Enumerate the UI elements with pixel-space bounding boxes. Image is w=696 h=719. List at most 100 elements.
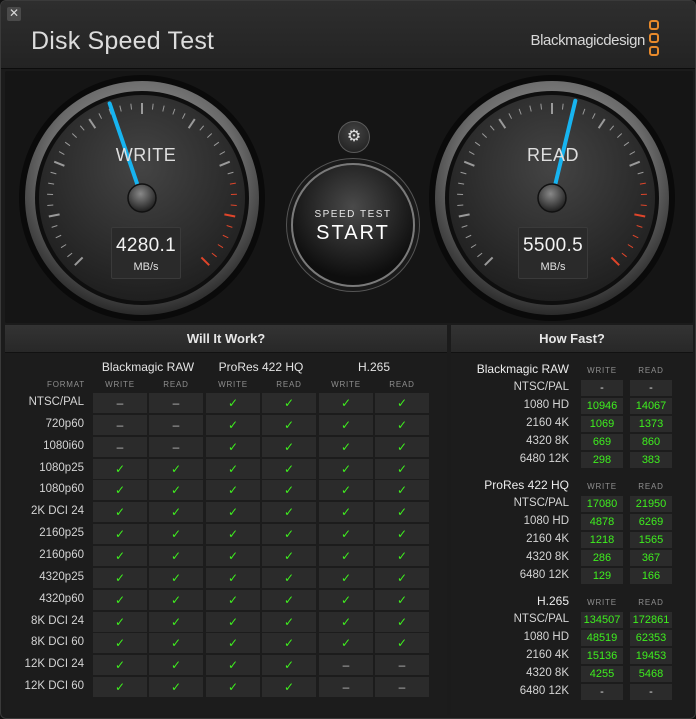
- supported-check-icon: ✓: [93, 589, 147, 610]
- how-fast-format-label: NTSC/PAL: [513, 497, 569, 509]
- supported-check-icon: ✓: [319, 393, 373, 413]
- supported-check-icon: ✓: [206, 436, 260, 457]
- supported-check-icon: ✓: [149, 677, 203, 698]
- how-fast-codec-header: H.265: [536, 594, 569, 608]
- supported-check-icon: ✓: [262, 458, 316, 479]
- format-label: 1080p60: [39, 483, 84, 496]
- supported-check-icon: ✓: [319, 436, 373, 457]
- write-fps-value: 298: [581, 452, 623, 468]
- read-fps-value: 860: [630, 434, 672, 450]
- how-fast-format-label: 6480 12K: [519, 569, 569, 581]
- read-fps-value: 367: [630, 550, 672, 566]
- start-button-caption: SPEED TEST: [314, 209, 392, 220]
- supported-check-icon: ✓: [262, 655, 316, 676]
- codec-header: Blackmagic RAW: [101, 360, 195, 374]
- write-column-header: WRITE: [331, 380, 361, 389]
- read-fps-value: 5468: [630, 666, 672, 682]
- write-fps-value: -: [581, 380, 623, 396]
- read-fps-value: 6269: [630, 514, 672, 530]
- write-fps-value: 15136: [581, 648, 623, 664]
- gauge-panel: WRITE 4280.1 MB/s READ 5500.5 MB/s ⚙ SPE…: [5, 71, 693, 323]
- how-fast-format-label: NTSC/PAL: [513, 381, 569, 393]
- supported-check-icon: ✓: [206, 655, 260, 676]
- read-fps-value: 166: [630, 568, 672, 584]
- supported-check-icon: ✓: [375, 458, 429, 479]
- title-bar: ✕ Disk Speed Test Blackmagicdesign: [1, 1, 695, 69]
- write-gauge-tick: [130, 103, 133, 110]
- supported-check-icon: ✓: [319, 545, 373, 566]
- write-column-header: WRITE: [218, 380, 248, 389]
- read-column-header: READ: [163, 380, 189, 389]
- supported-check-icon: ✓: [375, 436, 429, 457]
- write-fps-value: 48519: [581, 630, 623, 646]
- how-fast-format-label: 4320 8K: [526, 667, 569, 679]
- read-fps-value: 19453: [630, 648, 672, 664]
- speed-test-start-button[interactable]: SPEED TEST START: [291, 163, 415, 287]
- format-label: 1080p25: [39, 461, 84, 474]
- supported-check-icon: ✓: [149, 480, 203, 501]
- supported-check-icon: ✓: [319, 611, 373, 632]
- how-fast-format-label: NTSC/PAL: [513, 613, 569, 625]
- supported-check-icon: ✓: [319, 524, 373, 545]
- write-gauge-tick: [151, 103, 154, 110]
- read-speed-value: 5500.5: [523, 235, 583, 256]
- supported-check-icon: ✓: [262, 502, 316, 523]
- supported-check-icon: ✓: [206, 633, 260, 654]
- how-fast-format-label: 6480 12K: [519, 453, 569, 465]
- unsupported-dash-icon: –: [93, 436, 147, 457]
- how-fast-format-label: 4320 8K: [526, 551, 569, 563]
- read-fps-value: 62353: [630, 630, 672, 646]
- format-label: 12K DCI 24: [24, 658, 84, 671]
- read-fps-value: 14067: [630, 398, 672, 414]
- supported-check-icon: ✓: [93, 611, 147, 632]
- how-fast-format-label: 4320 8K: [526, 435, 569, 447]
- supported-check-icon: ✓: [262, 545, 316, 566]
- write-readout: 4280.1 MB/s: [111, 227, 181, 279]
- unsupported-dash-icon: –: [319, 677, 373, 698]
- format-label: 720p60: [45, 417, 84, 430]
- write-column-header: WRITE: [587, 598, 617, 607]
- write-speed-unit: MB/s: [133, 261, 159, 273]
- supported-check-icon: ✓: [93, 567, 147, 588]
- supported-check-icon: ✓: [149, 567, 203, 588]
- read-fps-value: 21950: [630, 496, 672, 512]
- supported-check-icon: ✓: [375, 480, 429, 501]
- read-column-header: READ: [638, 598, 664, 607]
- app-window: ✕ Disk Speed Test Blackmagicdesign WRITE…: [0, 0, 696, 719]
- start-button-label: START: [316, 222, 390, 244]
- write-column-header: WRITE: [105, 380, 135, 389]
- supported-check-icon: ✓: [319, 567, 373, 588]
- supported-check-icon: ✓: [93, 524, 147, 545]
- write-gauge-hub: [127, 183, 157, 213]
- read-gauge-hub: [537, 183, 567, 213]
- read-fps-value: -: [630, 380, 672, 396]
- close-button[interactable]: ✕: [7, 7, 21, 21]
- how-fast-format-label: 2160 4K: [526, 533, 569, 545]
- supported-check-icon: ✓: [206, 480, 260, 501]
- write-speed-value: 4280.1: [116, 235, 176, 256]
- read-speed-unit: MB/s: [540, 261, 566, 273]
- how-fast-codec-header: Blackmagic RAW: [476, 362, 569, 376]
- read-fps-value: 383: [630, 452, 672, 468]
- format-label: 4320p25: [39, 570, 84, 583]
- format-label: 2160p60: [39, 548, 84, 561]
- write-fps-value: 669: [581, 434, 623, 450]
- settings-button[interactable]: ⚙: [338, 121, 370, 153]
- how-fast-title: How Fast?: [451, 325, 693, 353]
- write-fps-value: -: [581, 684, 623, 700]
- unsupported-dash-icon: –: [319, 655, 373, 676]
- read-column-header: READ: [638, 482, 664, 491]
- supported-check-icon: ✓: [375, 589, 429, 610]
- write-fps-value: 134507: [581, 612, 623, 628]
- supported-check-icon: ✓: [375, 611, 429, 632]
- write-gauge-label: WRITE: [115, 145, 177, 165]
- supported-check-icon: ✓: [262, 677, 316, 698]
- how-fast-panel: How Fast? Blackmagic RAW WRITE READ NTSC/PA…: [451, 325, 693, 715]
- supported-check-icon: ✓: [206, 393, 260, 413]
- read-fps-value: 172861: [630, 612, 672, 628]
- supported-check-icon: ✓: [375, 414, 429, 435]
- write-fps-value: 17080: [581, 496, 623, 512]
- format-label: 8K DCI 60: [30, 636, 84, 649]
- supported-check-icon: ✓: [149, 655, 203, 676]
- supported-check-icon: ✓: [93, 677, 147, 698]
